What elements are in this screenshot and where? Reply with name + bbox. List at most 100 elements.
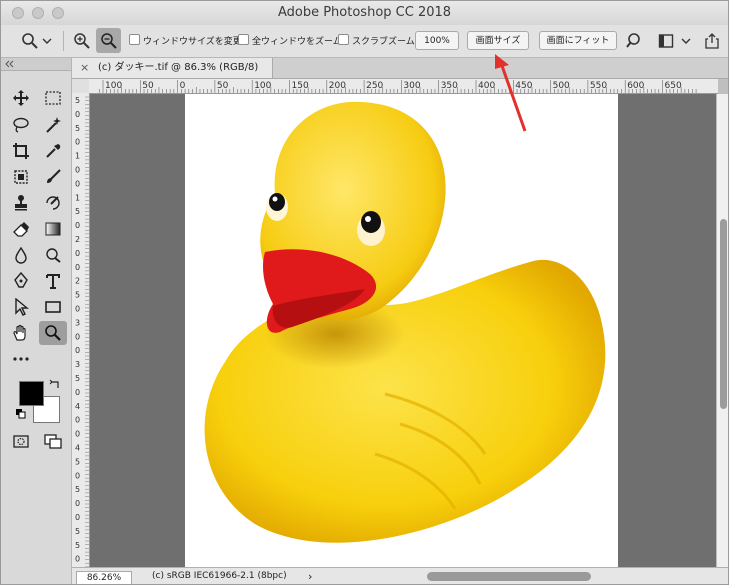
scrubby-zoom-checkbox[interactable]: スクラブズーム <box>338 34 415 47</box>
ruler-label: 3 <box>75 360 80 369</box>
move-tool[interactable] <box>8 87 34 109</box>
ruler-label: 4 <box>75 444 80 453</box>
gradient-tool[interactable] <box>40 218 66 240</box>
resize-windows-label: ウィンドウサイズを変更 <box>143 37 242 47</box>
ruler-label: 0 <box>75 430 80 439</box>
rectangle-tool[interactable] <box>40 296 66 318</box>
eraser-icon <box>13 222 29 237</box>
ruler-label: 0 <box>75 416 80 425</box>
ruler-label: 200 <box>329 81 346 91</box>
ruler-label: 4 <box>75 402 80 411</box>
lasso-tool[interactable] <box>8 114 34 136</box>
zoom-all-windows-checkbox[interactable]: 全ウィンドウをズーム <box>238 34 342 47</box>
ruler-label: 350 <box>441 81 458 91</box>
vertical-scroll-thumb[interactable] <box>720 219 727 409</box>
title-bar: Adobe Photoshop CC 2018 <box>1 1 728 26</box>
ruler-label: 600 <box>627 81 644 91</box>
tools-panel-header <box>1 58 71 71</box>
color-profile-label: (c) sRGB IEC61966-2.1 (8bpc) <box>152 571 287 581</box>
ruler-label: 100 <box>105 81 122 91</box>
search-icon[interactable] <box>626 32 644 50</box>
zoom-100-button[interactable]: 100% <box>415 31 459 50</box>
lasso-icon <box>13 117 29 133</box>
horizontal-scroll-thumb[interactable] <box>427 572 591 581</box>
magic-wand-tool[interactable] <box>40 114 66 136</box>
ruler-label: 0 <box>75 110 80 119</box>
fit-screen-button[interactable]: 画面にフィット <box>539 31 617 50</box>
hand-icon <box>13 324 26 341</box>
path-selection-tool[interactable] <box>8 296 34 318</box>
ruler-label: 50 <box>142 81 154 91</box>
document-canvas[interactable] <box>185 94 618 567</box>
ruler-origin[interactable] <box>72 79 90 94</box>
ruler-label: 0 <box>75 166 80 175</box>
ellipsis-icon <box>13 357 29 361</box>
eraser-tool[interactable] <box>8 218 34 240</box>
zoom-tool-preset-icon[interactable] <box>21 32 39 50</box>
magic-wand-icon <box>46 117 61 133</box>
path-selection-icon <box>15 298 29 316</box>
default-colors-icon[interactable] <box>15 408 27 420</box>
document-tab[interactable]: × (c) ダッキー.tif @ 86.3% (RGB/8) <box>72 58 273 78</box>
frame-tool[interactable] <box>8 166 34 188</box>
brush-icon <box>47 169 61 183</box>
type-tool[interactable] <box>40 270 66 292</box>
quick-mask-button[interactable] <box>8 430 34 452</box>
ruler-label: 50 <box>217 81 229 91</box>
ruler-label: 5 <box>75 374 80 383</box>
dodge-icon <box>46 248 61 263</box>
ruler-label: 1 <box>75 193 80 202</box>
history-brush-tool[interactable] <box>40 192 66 214</box>
more-tools[interactable] <box>8 348 34 370</box>
ruler-label: 0 <box>75 332 80 341</box>
resize-windows-checkbox[interactable]: ウィンドウサイズを変更 <box>129 34 242 47</box>
ruler-label: 0 <box>75 499 80 508</box>
zoom-in-icon[interactable] <box>73 32 91 50</box>
ruler-label: 5 <box>75 485 80 494</box>
vertical-ruler: 5 0 5 0 1 0 0 1 5 0 2 0 0 2 5 0 3 0 0 3 5 0 4 0 0 4 5 0 5 0 0 5 5 0 <box>72 93 90 567</box>
dodge-tool[interactable] <box>40 244 66 266</box>
stamp-tool[interactable] <box>8 192 34 214</box>
canvas-area[interactable] <box>90 94 716 567</box>
workspace-icon[interactable] <box>658 32 674 50</box>
rubber-duck-image <box>204 101 606 543</box>
brush-tool[interactable] <box>40 166 66 188</box>
ruler-label: 0 <box>75 388 80 397</box>
zoom-icon <box>45 325 61 341</box>
screen-mode-button[interactable] <box>40 430 66 452</box>
eyedropper-tool[interactable] <box>40 140 66 162</box>
ruler-label: 5 <box>75 124 80 133</box>
ruler-label: 0 <box>75 179 80 188</box>
zoom-out-button[interactable] <box>96 28 121 53</box>
window-title: Adobe Photoshop CC 2018 <box>277 5 452 20</box>
share-icon[interactable] <box>703 32 721 50</box>
zoom-all-windows-label: 全ウィンドウをズーム <box>252 37 342 47</box>
zoom-level-field[interactable]: 86.26% <box>76 571 132 584</box>
foreground-color-swatch[interactable] <box>19 381 44 406</box>
ruler-label: 0 <box>75 555 80 564</box>
workspace-chevron-icon[interactable] <box>681 32 691 50</box>
hand-tool[interactable] <box>8 322 34 344</box>
rectangle-icon <box>45 301 61 313</box>
crop-tool[interactable] <box>8 140 34 162</box>
close-tab-icon[interactable]: × <box>80 58 89 78</box>
collapse-panel-icon[interactable] <box>5 60 15 68</box>
ruler-label: 0 <box>75 471 80 480</box>
ruler-label: 5 <box>75 527 80 536</box>
screen-size-button[interactable]: 画面サイズ <box>467 31 529 50</box>
chevron-down-icon[interactable] <box>42 32 52 50</box>
ruler-label: 0 <box>75 221 80 230</box>
blur-tool[interactable] <box>8 244 34 266</box>
scrubby-zoom-label: スクラブズーム <box>352 37 415 47</box>
marquee-tool[interactable] <box>40 87 66 109</box>
status-menu-arrow[interactable]: › <box>308 570 312 583</box>
ruler-label: 0 <box>180 81 186 91</box>
vertical-ruler-ticks: 5 0 5 0 1 0 0 1 5 0 2 0 0 2 5 0 3 0 0 3 5 0 4 0 0 4 5 0 5 0 0 5 5 0 <box>75 96 89 567</box>
marquee-icon <box>45 91 61 105</box>
swap-colors-icon[interactable] <box>49 378 61 390</box>
vertical-scrollbar[interactable] <box>716 94 728 567</box>
pen-tool[interactable] <box>8 270 34 292</box>
quick-mask-icon <box>13 435 29 448</box>
zoom-tool[interactable] <box>39 321 67 345</box>
ruler-label: 0 <box>75 138 80 147</box>
